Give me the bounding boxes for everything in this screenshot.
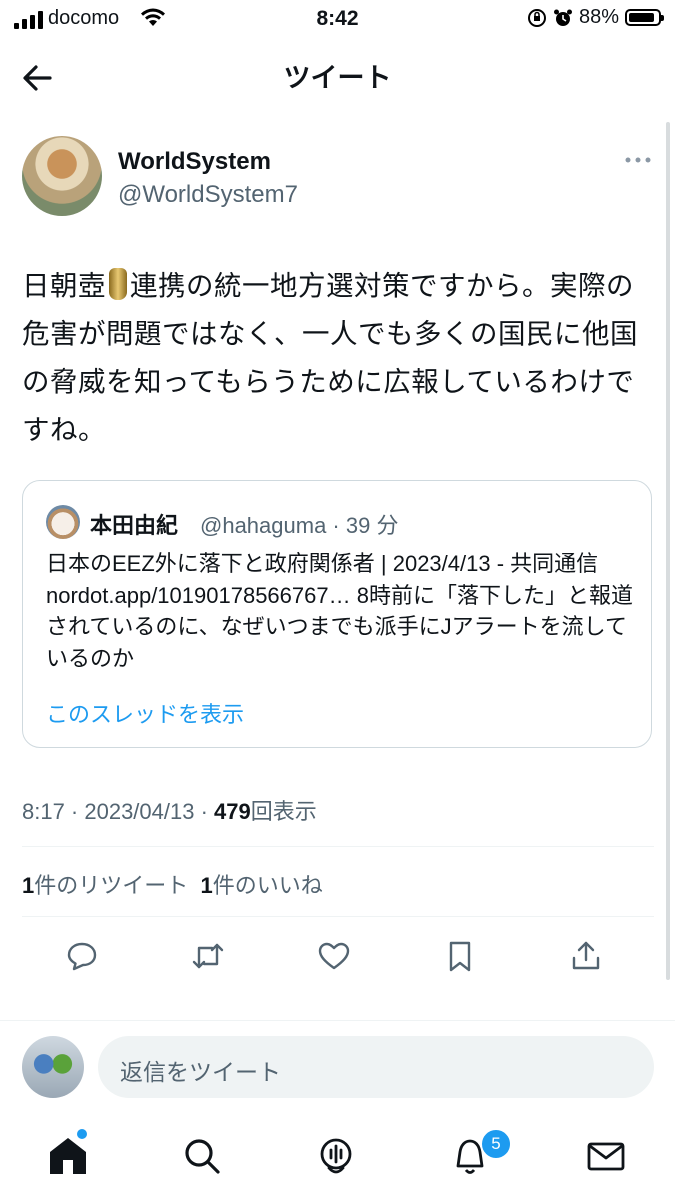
- tweet-time: 8:17 · 2023/04/13 ·: [22, 799, 215, 824]
- tweet-timestamp: 8:17 · 2023/04/13 · 479回表示: [22, 794, 317, 826]
- tab-home[interactable]: [46, 1134, 90, 1178]
- spaces-microphone-icon: [320, 1138, 352, 1174]
- author-name[interactable]: WorldSystem: [118, 148, 271, 176]
- scrollbar[interactable]: [666, 122, 670, 980]
- battery-icon: [625, 9, 664, 26]
- tab-search[interactable]: [180, 1134, 224, 1178]
- like-label: 件のいいね: [212, 873, 323, 898]
- reply-button[interactable]: [64, 938, 104, 978]
- quote-author-handle: @hahaguma · 39 分: [200, 513, 399, 538]
- orientation-lock-icon: [527, 8, 546, 27]
- view-label: 回表示: [250, 799, 317, 824]
- divider: [22, 916, 654, 917]
- view-count: 479: [214, 799, 251, 824]
- author-handle[interactable]: @WorldSystem7: [118, 181, 298, 209]
- like-button[interactable]: [316, 938, 356, 978]
- likes-stat[interactable]: 1件のいいね: [201, 873, 323, 898]
- engagement-stats: 1件のリツイート 1件のいいね: [22, 868, 323, 900]
- share-button[interactable]: [568, 938, 608, 978]
- retweet-count: 1: [22, 873, 35, 898]
- user-avatar[interactable]: [22, 1036, 84, 1098]
- author-avatar[interactable]: [22, 136, 102, 216]
- search-icon: [185, 1139, 220, 1174]
- quote-author-avatar: [46, 505, 80, 539]
- battery-percent: 88%: [578, 6, 619, 28]
- alarm-icon: [553, 9, 572, 26]
- retweet-button[interactable]: [190, 938, 230, 978]
- retweet-icon: [192, 943, 224, 969]
- like-count: 1: [200, 873, 213, 898]
- show-thread-link[interactable]: このスレッドを表示: [46, 697, 244, 729]
- mail-icon: [587, 1142, 625, 1171]
- tweet-text-start: 日朝壺: [22, 270, 106, 301]
- tweet-text: 日朝壺 連携の統一地方選対策ですから。実際の危害が問題ではなく、一人でも多くの国民…: [22, 262, 652, 454]
- notification-badge: 5: [480, 1128, 512, 1160]
- bookmark-button[interactable]: [442, 938, 482, 978]
- reply-icon: [67, 942, 97, 971]
- quote-text: 日本のEEZ外に落下と政府関係者 | 2023/4/13 - 共同通信 nord…: [46, 551, 633, 671]
- urn-emoji-icon: [109, 268, 127, 300]
- home-notification-dot: [77, 1129, 87, 1139]
- retweet-label: 件のリツイート: [34, 873, 189, 898]
- page-title: ツイート: [283, 63, 392, 93]
- reply-input[interactable]: 返信をツイート: [98, 1036, 654, 1098]
- battery-fill: [629, 13, 654, 22]
- divider: [22, 846, 654, 847]
- quote-author-name: 本田由紀: [90, 513, 179, 538]
- status-bar: docomo 8:42 88%: [0, 0, 675, 38]
- tab-messages[interactable]: [584, 1134, 628, 1178]
- heart-icon: [318, 942, 350, 970]
- divider: [0, 1020, 675, 1021]
- share-icon: [572, 941, 600, 970]
- retweets-stat[interactable]: 1件のリツイート: [22, 873, 188, 898]
- home-icon: [50, 1138, 86, 1174]
- bookmark-icon: [449, 941, 471, 972]
- tab-spaces[interactable]: [314, 1134, 358, 1178]
- more-options-icon[interactable]: [622, 150, 654, 170]
